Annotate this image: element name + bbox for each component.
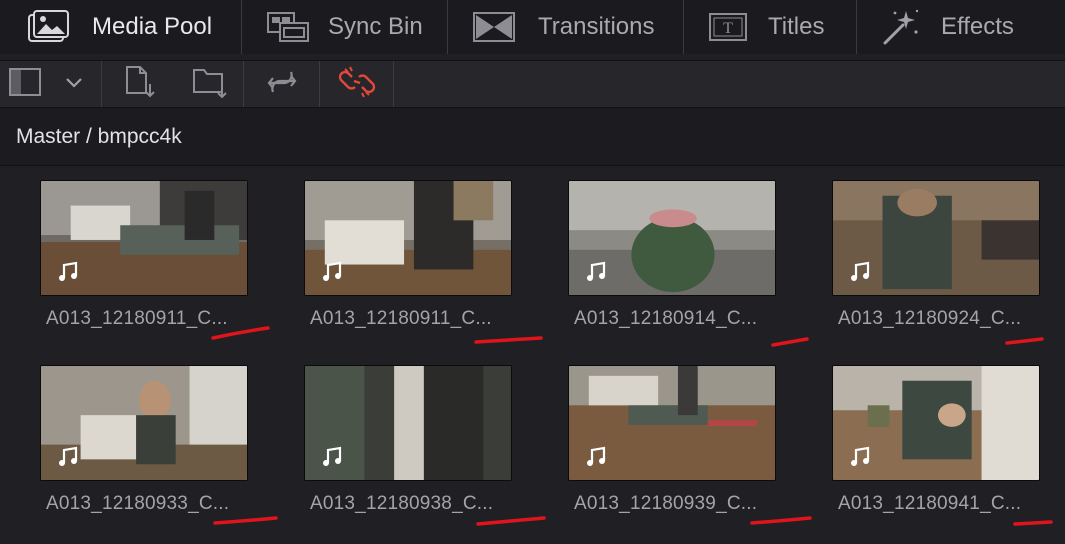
clip-thumbnail bbox=[832, 365, 1040, 481]
clip-thumbnail bbox=[304, 365, 512, 481]
unlink-button[interactable] bbox=[320, 61, 393, 107]
clip-item[interactable]: A013_12180933_C... bbox=[40, 351, 250, 514]
panel-layout-icon bbox=[9, 67, 41, 101]
tab-label: Media Pool bbox=[92, 13, 213, 40]
panel-tab-bar: Media Pool Sync Bin Transitions T Titles… bbox=[0, 0, 1065, 54]
clip-name: A013_12180938_C... bbox=[310, 493, 494, 514]
clip-thumbnail bbox=[304, 180, 512, 296]
transitions-icon bbox=[472, 11, 516, 43]
clip-item[interactable]: A013_12180911_C... bbox=[304, 166, 514, 329]
clip-item[interactable]: A013_12180914_C... bbox=[568, 166, 778, 329]
breadcrumb: Master / bmpcc4k bbox=[0, 108, 1065, 166]
tab-media-pool[interactable]: Media Pool bbox=[0, 0, 242, 54]
layout-dropdown-button[interactable] bbox=[50, 61, 98, 107]
import-folder-icon bbox=[192, 66, 228, 103]
music-note-icon bbox=[851, 446, 870, 466]
clip-name: A013_12180911_C... bbox=[310, 308, 492, 329]
clip-thumbnail bbox=[832, 180, 1040, 296]
titles-icon: T bbox=[708, 12, 748, 42]
clip-name: A013_12180941_C... bbox=[838, 493, 1022, 514]
media-pool-clip-grid: A013_12180911_C... A013_12180911_C... A0… bbox=[0, 166, 1065, 544]
clip-name: A013_12180911_C... bbox=[46, 308, 228, 329]
clip-name: A013_12180939_C... bbox=[574, 493, 758, 514]
unlink-icon bbox=[338, 65, 376, 104]
music-note-icon bbox=[851, 261, 870, 281]
toolbar-group-layout bbox=[0, 61, 102, 107]
music-note-icon bbox=[587, 446, 606, 466]
tab-effects[interactable]: Effects bbox=[857, 0, 1065, 54]
media-pool-icon bbox=[28, 10, 72, 44]
breadcrumb-path[interactable]: Master / bmpcc4k bbox=[16, 125, 182, 149]
media-pool-toolbar bbox=[0, 60, 1065, 108]
sync-button[interactable] bbox=[244, 61, 319, 107]
clip-item[interactable]: A013_12180911_C... bbox=[40, 166, 250, 329]
chevron-down-icon bbox=[65, 75, 83, 93]
clip-name: A013_12180924_C... bbox=[838, 308, 1022, 329]
clip-item[interactable]: A013_12180938_C... bbox=[304, 351, 514, 514]
toolbar-group-link bbox=[320, 61, 394, 107]
tab-label: Effects bbox=[941, 13, 1014, 40]
music-note-icon bbox=[587, 261, 606, 281]
clip-thumbnail bbox=[40, 180, 248, 296]
tab-label: Titles bbox=[768, 13, 825, 40]
panel-layout-toggle-button[interactable] bbox=[0, 61, 50, 107]
music-note-icon bbox=[323, 261, 342, 281]
music-note-icon bbox=[323, 446, 342, 466]
music-note-icon bbox=[59, 446, 78, 466]
tab-label: Transitions bbox=[538, 13, 655, 40]
svg-text:T: T bbox=[723, 20, 733, 37]
effects-wand-icon bbox=[881, 7, 921, 47]
clip-name: A013_12180914_C... bbox=[574, 308, 758, 329]
clip-thumbnail bbox=[568, 365, 776, 481]
clip-item[interactable]: A013_12180939_C... bbox=[568, 351, 778, 514]
toolbar-group-import bbox=[102, 61, 244, 107]
clip-item[interactable]: A013_12180924_C... bbox=[832, 166, 1042, 329]
clip-thumbnail bbox=[568, 180, 776, 296]
sync-bin-icon bbox=[266, 11, 310, 43]
tab-transitions[interactable]: Transitions bbox=[448, 0, 684, 54]
sync-icon bbox=[265, 66, 299, 103]
import-folder-button[interactable] bbox=[177, 61, 243, 107]
clip-thumbnail bbox=[40, 365, 248, 481]
tab-sync-bin[interactable]: Sync Bin bbox=[242, 0, 448, 54]
toolbar-group-sync bbox=[244, 61, 320, 107]
clip-item[interactable]: A013_12180941_C... bbox=[832, 351, 1042, 514]
tab-titles[interactable]: T Titles bbox=[684, 0, 857, 54]
tab-label: Sync Bin bbox=[328, 13, 423, 40]
import-media-button[interactable] bbox=[102, 61, 177, 107]
clip-name: A013_12180933_C... bbox=[46, 493, 230, 514]
import-media-icon bbox=[124, 65, 156, 103]
music-note-icon bbox=[59, 261, 78, 281]
